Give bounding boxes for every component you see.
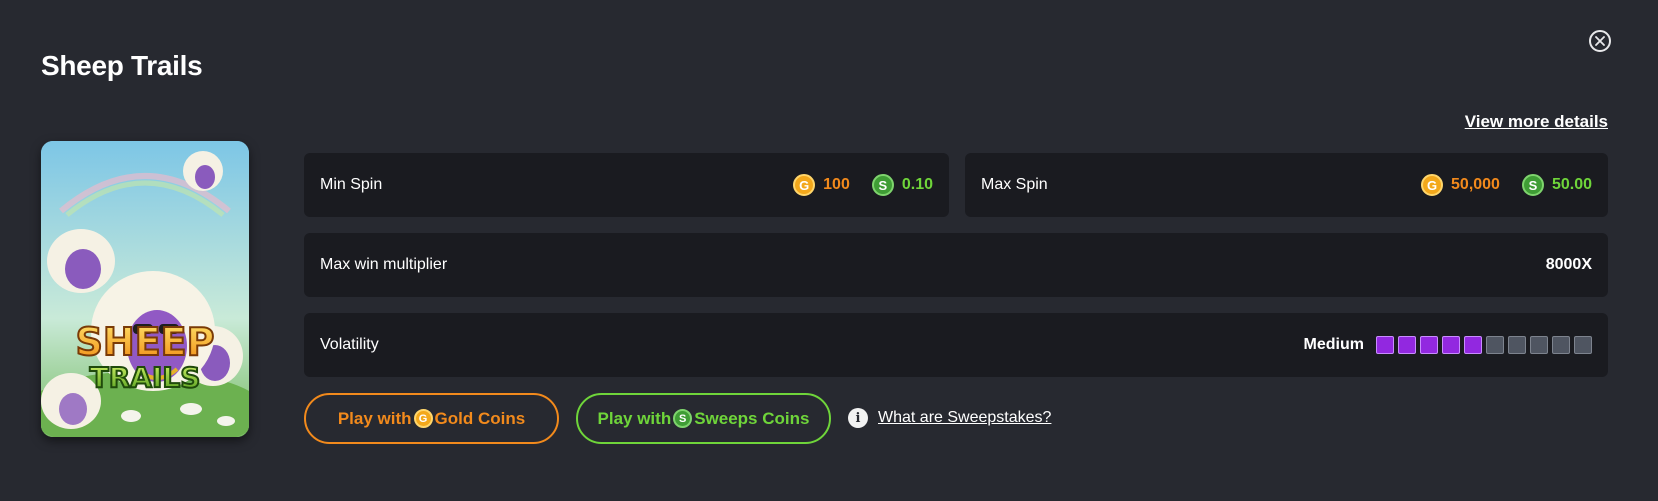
min-spin-label: Min Spin (320, 176, 383, 193)
sweeps-coin-icon: S (673, 409, 693, 428)
sweeps-coin-icon: S (1521, 174, 1544, 196)
gold-coin-icon: G (413, 409, 433, 428)
max-win-value: 8000X (1545, 256, 1592, 273)
gold-coin-icon: G (793, 174, 816, 196)
what-are-sweepstakes-link[interactable]: What are Sweepstakes? (878, 409, 1051, 427)
volatility-box (1420, 336, 1438, 354)
max-win-label: Max win multiplier (320, 256, 448, 273)
info-icon: i (848, 408, 868, 428)
thumbnail-logo-line1: SHEEP (76, 320, 215, 364)
volatility-box (1398, 336, 1416, 354)
volatility-box (1508, 336, 1526, 354)
play-gold-suffix: Gold Coins (434, 408, 526, 428)
close-button[interactable] (1589, 30, 1611, 52)
max-spin-gold-value: 50,000 (1451, 176, 1500, 193)
close-icon (1595, 36, 1605, 46)
volatility-box (1376, 336, 1394, 354)
volatility-value: Medium (1303, 336, 1364, 353)
play-gold-coins-button[interactable]: Play with G Gold Coins (304, 393, 559, 444)
volatility-box (1552, 336, 1570, 354)
volatility-label: Volatility (320, 336, 379, 353)
max-spin-values: G 50,000 S 50.00 (1421, 174, 1592, 196)
sweeps-coin-icon: S (871, 174, 894, 196)
volatility-meter (1376, 336, 1592, 354)
volatility-box (1442, 336, 1460, 354)
min-spin-sweeps-value: 0.10 (901, 176, 933, 193)
play-sweeps-coins-button[interactable]: Play with S Sweeps Coins (576, 393, 831, 444)
volatility-box (1574, 336, 1592, 354)
max-win-card: Max win multiplier 8000X (304, 233, 1608, 297)
gold-coin-icon: G (1421, 174, 1444, 196)
sweepstakes-info: i What are Sweepstakes? (848, 408, 1051, 428)
view-more-details-link[interactable]: View more details (1465, 112, 1608, 132)
min-spin-card: Min Spin G 100 S 0.10 (304, 153, 949, 217)
game-artwork: SHEEP TRAILS (41, 141, 249, 437)
game-thumbnail[interactable]: SHEEP TRAILS (41, 141, 249, 437)
play-sweeps-suffix: Sweeps Coins (694, 408, 810, 428)
volatility-card: Volatility Medium (304, 313, 1608, 377)
volatility-box (1486, 336, 1504, 354)
volatility-box (1530, 336, 1548, 354)
min-spin-values: G 100 S 0.10 (793, 174, 933, 196)
page-title: Sheep Trails (41, 50, 203, 81)
min-spin-gold-value: 100 (823, 176, 850, 193)
thumbnail-logo-line2: TRAILS (90, 361, 201, 394)
max-spin-card: Max Spin G 50,000 S 50.00 (965, 153, 1608, 217)
volatility-box (1464, 336, 1482, 354)
max-spin-label: Max Spin (981, 176, 1048, 193)
play-sweeps-prefix: Play with (597, 408, 672, 428)
play-gold-prefix: Play with (337, 408, 412, 428)
max-spin-sweeps-value: 50.00 (1551, 176, 1592, 193)
